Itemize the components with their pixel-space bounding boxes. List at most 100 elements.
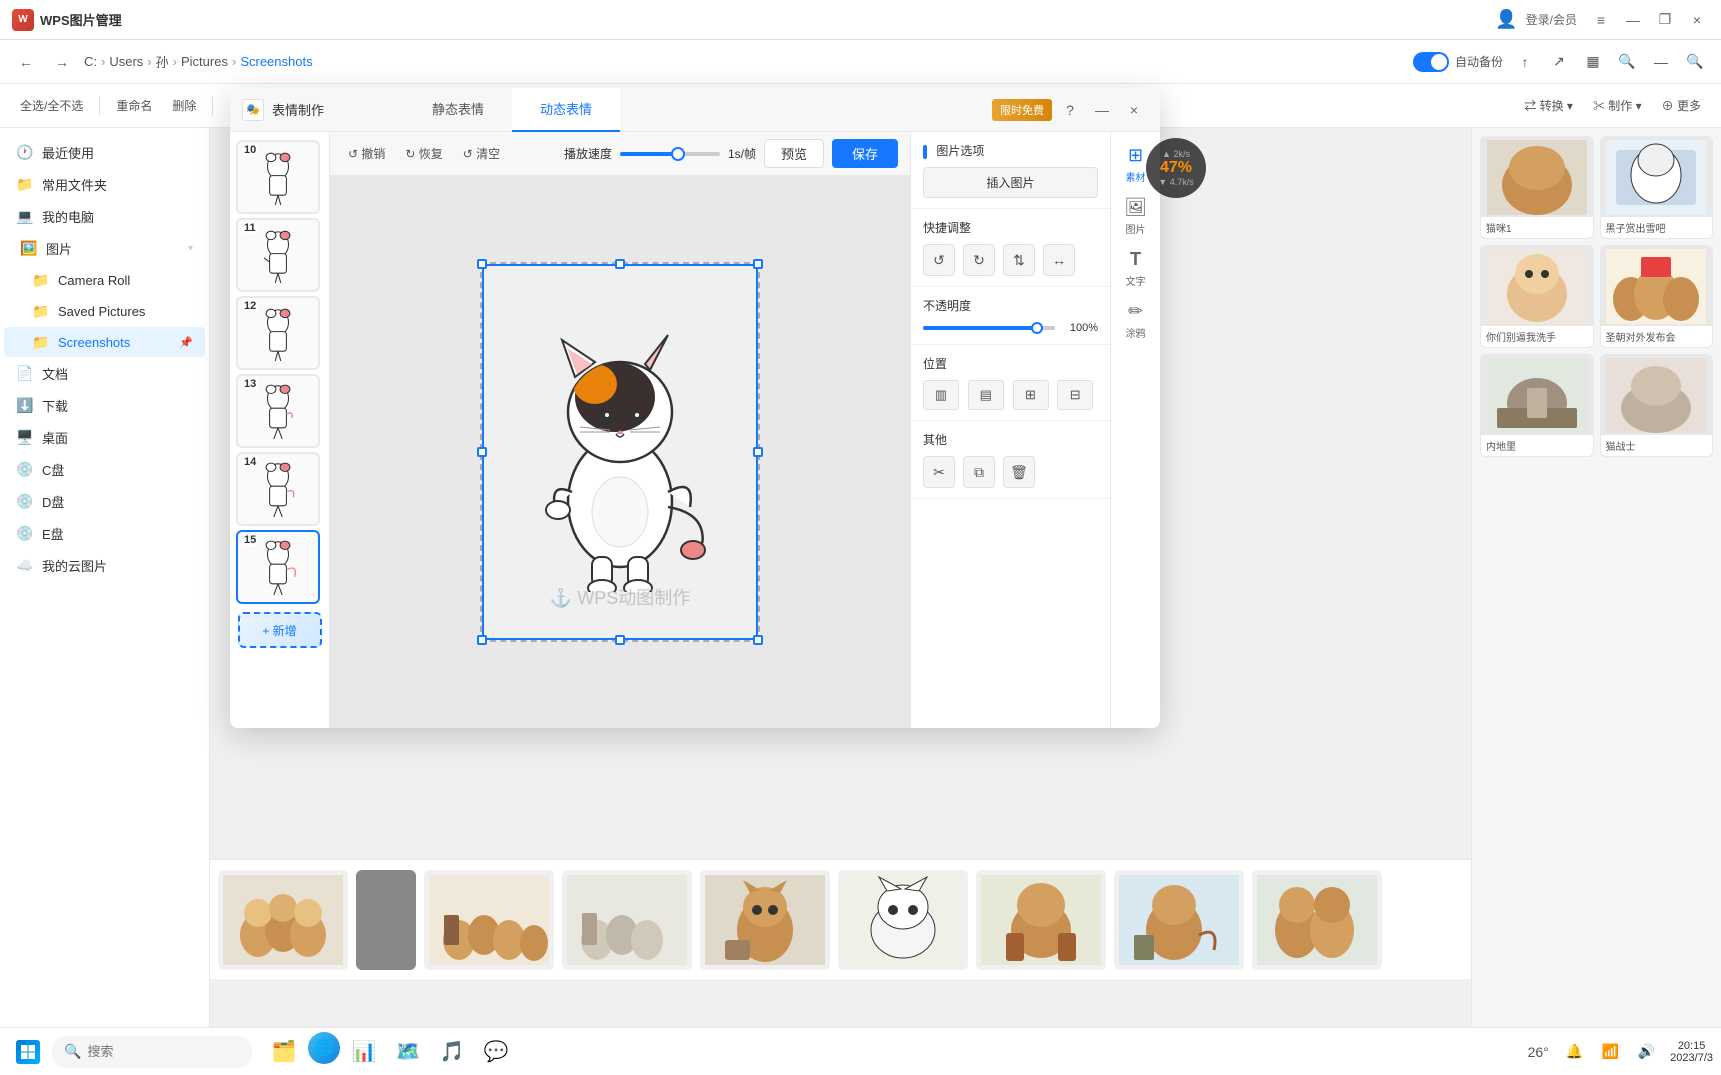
frame-item-15[interactable]: 15 <box>236 530 320 604</box>
rp-redo-btn[interactable]: ↻ <box>963 244 995 276</box>
rp-tab-text[interactable]: T 文字 <box>1116 244 1156 292</box>
file-thumb-6[interactable]: 猫战士 <box>1600 354 1714 457</box>
maximize-button[interactable]: ❐ <box>1653 8 1677 32</box>
sidebar-item-recent[interactable]: 🕐 最近使用 <box>4 137 205 168</box>
upload-button[interactable]: ↑ <box>1511 48 1539 76</box>
settings-button[interactable]: 🔍 <box>1681 48 1709 76</box>
bottom-thumb-7[interactable] <box>1114 870 1244 970</box>
bottom-thumb-2[interactable] <box>424 870 554 970</box>
tab-dynamic[interactable]: 动态表情 <box>512 128 620 132</box>
sidebar-item-mypc[interactable]: 💻 我的电脑 <box>4 201 205 232</box>
sidebar-item-camera-roll[interactable]: 📁 Camera Roll <box>4 265 205 295</box>
frame-item-13[interactable]: 13 <box>236 374 320 448</box>
file-thumb-1[interactable]: 猫咪1 <box>1480 136 1594 239</box>
rp-flip-h-btn[interactable]: ⇅ <box>1003 244 1035 276</box>
bottom-thumb-5[interactable] <box>838 870 968 970</box>
rp-undo-btn[interactable]: ↺ <box>923 244 955 276</box>
rp-pos-align[interactable]: ⊞ <box>1013 380 1049 410</box>
path-sun[interactable]: 孙 <box>156 52 169 71</box>
taskbar-app-browser[interactable]: 🌐 <box>308 1032 340 1064</box>
bottom-thumb-6[interactable] <box>976 870 1106 970</box>
more-button[interactable]: ⊕ 更多 <box>1654 93 1709 118</box>
undo-button[interactable]: ↺ 撤销 <box>342 142 391 165</box>
rp-pos-crop[interactable]: ⊟ <box>1057 380 1093 410</box>
taskbar-app-map[interactable]: 🗺️ <box>388 1032 428 1072</box>
zoom-in-button[interactable]: — <box>1647 48 1675 76</box>
forward-button[interactable]: → <box>48 48 76 76</box>
handle-top-left[interactable] <box>477 259 487 269</box>
rp-delete-btn[interactable]: 🗑 <box>1003 456 1035 488</box>
sidebar-item-ddrive[interactable]: 💿 D盘 <box>4 486 205 517</box>
bottom-thumb-8[interactable] <box>1252 870 1382 970</box>
transfer-button[interactable]: ⇄ 转换 ▾ <box>1516 93 1581 118</box>
sidebar-item-edrive[interactable]: 💿 E盘 <box>4 518 205 549</box>
redo-button[interactable]: ↻ 恢复 <box>399 142 448 165</box>
search-button[interactable]: 🔍 <box>1613 48 1641 76</box>
menu-button[interactable]: ≡ <box>1589 8 1613 32</box>
speed-slider[interactable] <box>620 152 720 156</box>
rp-tab-paint[interactable]: ✏ 涂鸦 <box>1116 296 1156 344</box>
handle-bottom-right[interactable] <box>753 635 763 645</box>
clear-button[interactable]: ↺ 清空 <box>457 142 506 165</box>
bottom-thumb-1[interactable] <box>218 870 348 970</box>
user-area[interactable]: 👤 登录/会员 <box>1495 9 1577 30</box>
path-pictures[interactable]: Pictures <box>181 54 228 69</box>
path-users[interactable]: Users <box>109 54 143 69</box>
sidebar-item-saved-pictures[interactable]: 📁 Saved Pictures <box>4 296 205 326</box>
auto-backup-toggle[interactable] <box>1413 52 1449 72</box>
select-all-button[interactable]: 全选/全不选 <box>12 93 91 118</box>
make-button[interactable]: ✂ 制作 ▾ <box>1585 93 1650 118</box>
path-screenshots[interactable]: Screenshots <box>240 54 312 69</box>
file-thumb-2[interactable]: 黑子赏出雪吧 <box>1600 136 1714 239</box>
frame-item-11[interactable]: 11 <box>236 218 320 292</box>
rp-cut-btn[interactable]: ✂ <box>923 456 955 488</box>
taskbar-app-music[interactable]: 🎵 <box>432 1032 472 1072</box>
start-button[interactable] <box>8 1032 48 1072</box>
close-button[interactable]: × <box>1685 8 1709 32</box>
taskbar-battery-temp[interactable]: 26° <box>1522 1036 1554 1068</box>
taskbar-app-wps[interactable]: 📊 <box>344 1032 384 1072</box>
rp-copy-btn[interactable]: ⧉ <box>963 456 995 488</box>
frame-item-12[interactable]: 12 <box>236 296 320 370</box>
search-input[interactable] <box>87 1044 237 1059</box>
rp-pos-layer-bottom[interactable]: ▥ <box>923 380 959 410</box>
bottom-thumb-4[interactable] <box>700 870 830 970</box>
rp-opacity-slider[interactable] <box>923 326 1055 330</box>
sidebar-item-downloads[interactable]: ⬇️ 下载 <box>4 390 205 421</box>
sidebar-item-screenshots[interactable]: 📁 Screenshots 📌 <box>4 327 205 357</box>
file-thumb-4[interactable]: 圣朝对外发布会 <box>1600 245 1714 348</box>
back-button[interactable]: ← <box>12 48 40 76</box>
save-button[interactable]: 保存 <box>832 139 898 168</box>
sidebar-item-cloud[interactable]: ☁️ 我的云图片 <box>4 550 205 581</box>
sidebar-item-pictures[interactable]: 🖼️ 图片 ▾ <box>4 233 205 264</box>
handle-top-center[interactable] <box>615 259 625 269</box>
rp-flip-v-btn[interactable]: ↔ <box>1043 244 1075 276</box>
rp-pos-layer-top[interactable]: ▤ <box>968 380 1004 410</box>
taskbar-search[interactable]: 🔍 <box>52 1036 252 1068</box>
frame-item-14[interactable]: 14 <box>236 452 320 526</box>
bottom-thumb-3[interactable] <box>562 870 692 970</box>
new-frame-button[interactable]: + 新增 <box>238 612 322 648</box>
handle-top-right[interactable] <box>753 259 763 269</box>
taskbar-clock[interactable]: 20:15 2023/7/3 <box>1670 1040 1713 1064</box>
minimize-button[interactable]: — <box>1621 8 1645 32</box>
file-thumb-5[interactable]: 内地里 <box>1480 354 1594 457</box>
handle-middle-right[interactable] <box>753 447 763 457</box>
handle-bottom-left[interactable] <box>477 635 487 645</box>
sidebar-item-cdrive[interactable]: 💿 C盘 <box>4 454 205 485</box>
handle-bottom-center[interactable] <box>615 635 625 645</box>
sidebar-item-common[interactable]: 📁 常用文件夹 <box>4 169 205 200</box>
rp-tab-image[interactable]: 🖼 图片 <box>1116 192 1156 240</box>
view-button[interactable]: ▦ <box>1579 48 1607 76</box>
rename-button[interactable]: 重命名 <box>108 93 160 118</box>
delete-button[interactable]: 删除 <box>164 93 204 118</box>
tab-static[interactable]: 静态表情 <box>404 128 512 132</box>
sidebar-item-desktop[interactable]: 🖥️ 桌面 <box>4 422 205 453</box>
file-thumb-3[interactable]: 你们别逼我洗手 <box>1480 245 1594 348</box>
taskbar-volume-icon[interactable]: 🔊 <box>1630 1036 1662 1068</box>
taskbar-wifi-icon[interactable]: 📶 <box>1594 1036 1626 1068</box>
frame-item-10[interactable]: 10 <box>236 140 320 214</box>
path-c[interactable]: C: <box>84 54 97 69</box>
taskbar-app-file-explorer[interactable]: 🗂️ <box>264 1032 304 1072</box>
handle-middle-left[interactable] <box>477 447 487 457</box>
